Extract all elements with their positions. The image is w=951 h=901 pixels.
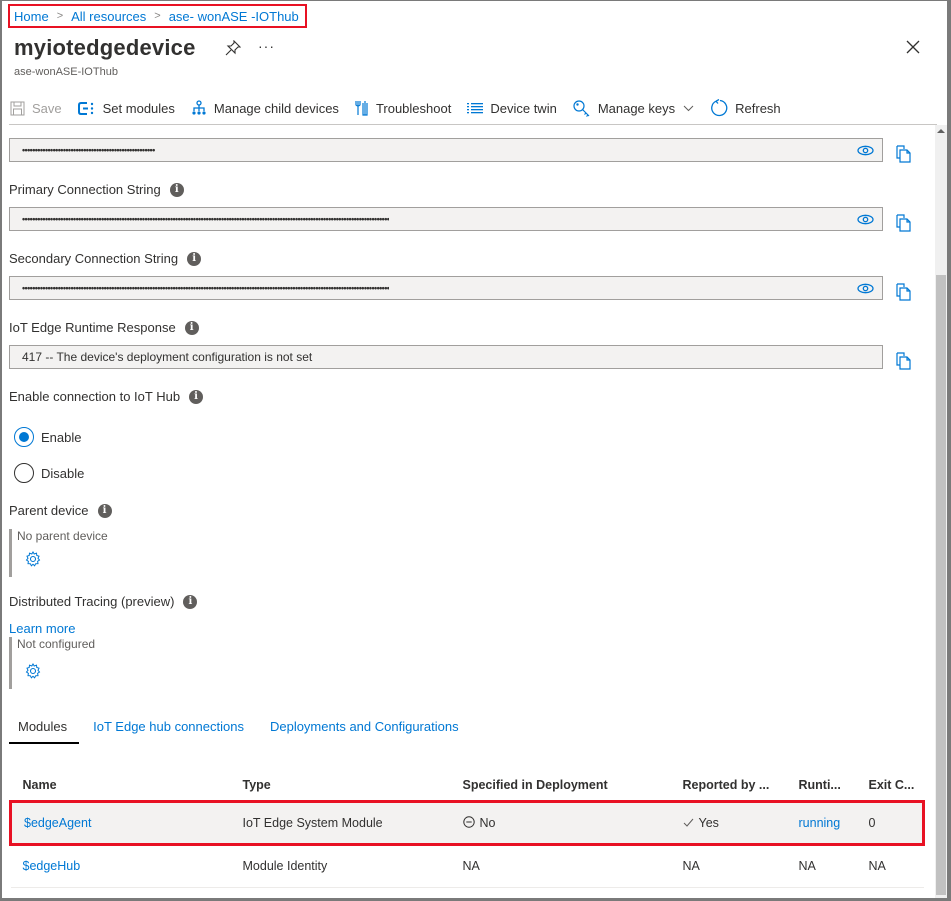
reported-cell: NA	[670, 844, 787, 888]
tracing-box: Not configured	[9, 637, 269, 689]
show-value-icon[interactable]	[857, 283, 874, 294]
parent-device-box: No parent device	[9, 529, 269, 577]
more-options-button[interactable]: ···	[258, 38, 275, 54]
exit-code: NA	[856, 844, 924, 888]
save-icon	[10, 101, 25, 115]
table-row[interactable]: $edgeHub Module Identity NA NA NA NA	[10, 844, 924, 888]
page-subtitle: ase-wonASE-IOThub	[14, 66, 118, 78]
disable-radio[interactable]: Disable	[14, 463, 84, 483]
device-details-panel: ••••••••••••••••••••••••••••••••••••••••…	[0, 125, 935, 901]
copy-icon[interactable]	[896, 352, 912, 370]
info-icon[interactable]: i	[187, 251, 202, 266]
column-header-name[interactable]: Name	[11, 770, 231, 801]
runtime-status: NA	[786, 844, 857, 888]
tab-edge-hub-connections[interactable]: IoT Edge hub connections	[93, 719, 244, 744]
info-icon[interactable]: i	[183, 594, 198, 609]
column-header-runtime[interactable]: Runti...	[787, 770, 857, 801]
list-icon	[467, 103, 484, 114]
scroll-up-arrow-icon[interactable]	[937, 129, 945, 133]
gear-icon[interactable]	[25, 663, 41, 679]
column-header-specified[interactable]: Specified in Deployment	[451, 770, 671, 801]
info-icon[interactable]: i	[97, 503, 112, 518]
refresh-button[interactable]: Refresh	[710, 99, 781, 117]
save-button[interactable]: Save	[10, 101, 62, 116]
troubleshoot-icon	[355, 101, 368, 116]
column-header-exit-code[interactable]: Exit C...	[857, 770, 924, 801]
column-header-reported[interactable]: Reported by ...	[671, 770, 787, 801]
modules-table: Name Type Specified in Deployment Report…	[9, 770, 925, 888]
secondary-connection-string-label: Secondary Connection String i	[9, 251, 202, 266]
hierarchy-icon	[192, 100, 206, 115]
info-icon[interactable]: i	[189, 389, 204, 404]
breadcrumb: Home > All resources > ase- wonASE -IOTh…	[8, 4, 307, 28]
gear-icon[interactable]	[25, 551, 41, 567]
module-name-link[interactable]: $edgeAgent	[24, 816, 91, 830]
breadcrumb-home[interactable]: Home	[14, 9, 49, 24]
primary-key-field[interactable]: ••••••••••••••••••••••••••••••••••••••••…	[9, 138, 883, 162]
exit-code: 0	[856, 799, 925, 846]
manage-child-devices-button[interactable]: Manage child devices	[191, 100, 339, 116]
module-tabs: Modules IoT Edge hub connections Deploym…	[9, 719, 485, 744]
minus-circle-icon	[462, 815, 475, 828]
radio-unchecked-icon	[14, 463, 34, 483]
device-twin-button[interactable]: Device twin	[467, 101, 557, 116]
runtime-status-link[interactable]: running	[799, 816, 841, 830]
module-name-link[interactable]: $edgeHub	[23, 859, 81, 873]
parent-device-label: Parent device i	[9, 503, 112, 518]
troubleshoot-button[interactable]: Troubleshoot	[355, 100, 451, 116]
show-value-icon[interactable]	[857, 214, 874, 225]
enable-radio[interactable]: Enable	[14, 427, 81, 447]
table-row[interactable]: $edgeAgent IoT Edge System Module No Yes…	[9, 799, 925, 846]
distributed-tracing-label: Distributed Tracing (preview) i	[9, 594, 198, 609]
table-header-row: Name Type Specified in Deployment Report…	[11, 770, 924, 801]
primary-connection-string-label: Primary Connection String i	[9, 182, 184, 197]
copy-icon[interactable]	[896, 214, 912, 232]
copy-icon[interactable]	[896, 283, 912, 301]
learn-more-link[interactable]: Learn more	[9, 621, 75, 636]
chevron-right-icon: >	[56, 10, 64, 22]
chevron-down-icon	[683, 105, 694, 111]
command-bar: Save Set modules Manage child devices Tr…	[10, 96, 797, 120]
info-icon[interactable]: i	[169, 182, 184, 197]
key-icon	[573, 99, 590, 117]
pin-icon[interactable]	[225, 39, 242, 59]
scrollbar-thumb[interactable]	[936, 275, 946, 895]
tab-modules[interactable]: Modules	[9, 719, 80, 744]
radio-checked-icon	[14, 427, 34, 447]
module-type: Module Identity	[230, 844, 451, 888]
page-title: myiotedgedevice	[14, 35, 196, 60]
runtime-response-label: IoT Edge Runtime Response i	[9, 320, 199, 335]
primary-connection-string-field[interactable]: ••••••••••••••••••••••••••••••••••••••••…	[9, 207, 883, 231]
info-icon[interactable]: i	[184, 320, 199, 335]
show-value-icon[interactable]	[857, 145, 874, 156]
breadcrumb-iot-hub[interactable]: ase- wonASE -IOThub	[169, 9, 299, 24]
refresh-icon	[711, 99, 728, 117]
secondary-connection-string-field[interactable]: ••••••••••••••••••••••••••••••••••••••••…	[9, 276, 883, 300]
reported-cell: Yes	[670, 799, 787, 846]
specified-cell: NA	[450, 844, 671, 888]
set-modules-button[interactable]: Set modules	[77, 101, 175, 116]
column-header-type[interactable]: Type	[231, 770, 451, 801]
specified-cell: No	[450, 799, 671, 846]
manage-keys-button[interactable]: Manage keys	[573, 99, 694, 117]
set-modules-icon	[77, 101, 93, 115]
breadcrumb-all-resources[interactable]: All resources	[71, 9, 146, 24]
vertical-scrollbar[interactable]	[935, 125, 947, 898]
tab-deployments[interactable]: Deployments and Configurations	[270, 719, 459, 744]
close-icon[interactable]	[906, 40, 924, 58]
checkmark-icon	[683, 818, 693, 827]
chevron-right-icon: >	[154, 10, 161, 22]
copy-icon[interactable]	[896, 145, 912, 163]
enable-connection-label: Enable connection to IoT Hub i	[9, 389, 204, 404]
runtime-response-field: 417 -- The device's deployment configura…	[9, 345, 883, 369]
module-type: IoT Edge System Module	[230, 799, 451, 846]
